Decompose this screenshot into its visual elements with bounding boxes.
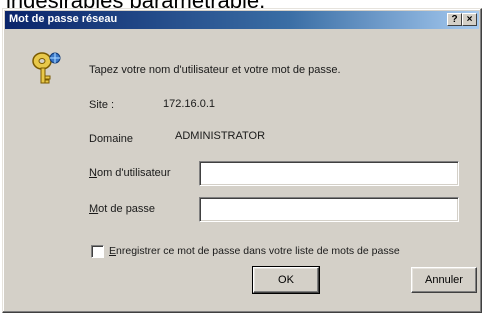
instruction-text: Tapez votre nom d'utilisateur et votre m… — [89, 64, 341, 76]
close-button[interactable]: × — [462, 13, 477, 26]
key-icon — [32, 52, 61, 84]
password-dialog: Mot de passe réseau ? × Tapez votre nom … — [2, 8, 482, 313]
domain-value: ADMINISTRATOR — [175, 130, 266, 142]
cancel-button[interactable]: Annuler — [411, 267, 477, 293]
save-password-label[interactable]: Enregistrer ce mot de passe dans votre l… — [109, 245, 400, 257]
password-field[interactable] — [199, 197, 459, 222]
username-field[interactable] — [199, 161, 459, 186]
dialog-title: Mot de passe réseau — [9, 13, 118, 25]
site-label: Site : — [89, 99, 115, 111]
save-password-checkbox[interactable] — [91, 245, 104, 258]
domain-label: Domaine — [89, 133, 134, 145]
site-value: 172.16.0.1 — [163, 98, 215, 110]
title-bar[interactable]: Mot de passe réseau ? × — [5, 11, 479, 29]
username-label: Nom d'utilisateur — [89, 167, 171, 179]
ok-button[interactable]: OK — [252, 266, 320, 294]
help-button[interactable]: ? — [447, 13, 462, 26]
password-label: Mot de passe — [89, 203, 156, 215]
